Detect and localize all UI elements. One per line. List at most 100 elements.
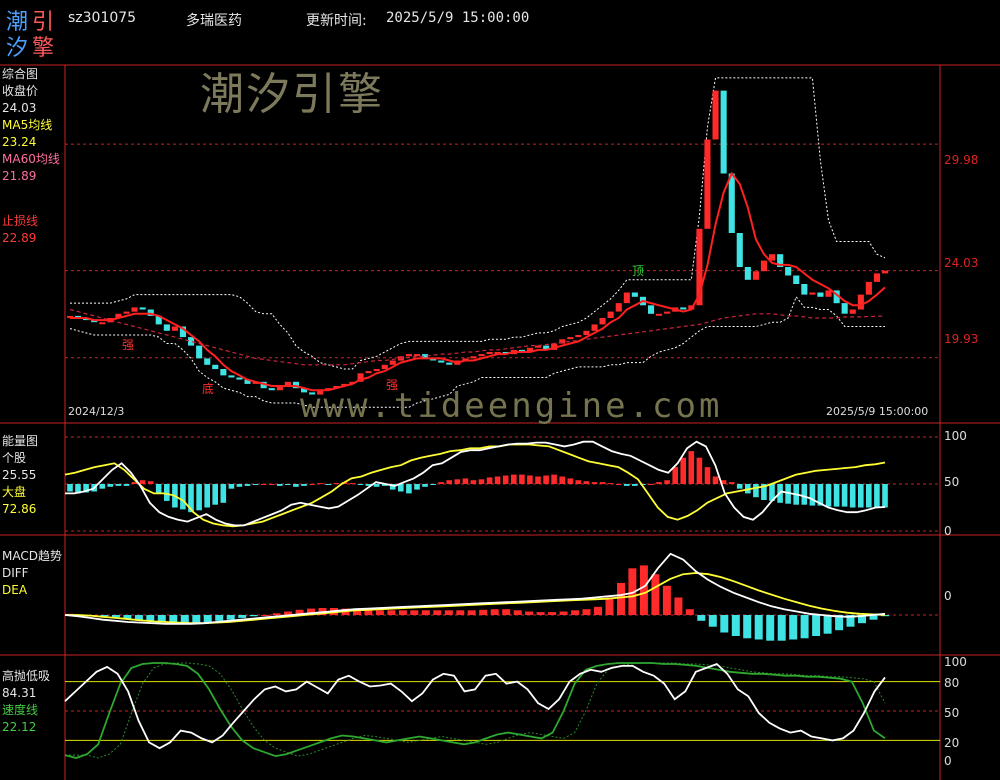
candle: [575, 335, 582, 338]
macd-bar: [433, 610, 442, 615]
candle: [123, 311, 130, 314]
energy-bar: [680, 457, 686, 484]
energy-bar: [575, 480, 582, 484]
candle: [736, 233, 743, 267]
macd-bar: [582, 609, 591, 615]
diff-label: DIFF: [2, 566, 29, 580]
candle: [841, 303, 848, 314]
annotation-strong-1: 强: [122, 338, 135, 352]
candle: [389, 360, 396, 365]
energy-bar: [236, 484, 243, 487]
energy-bar: [583, 481, 590, 484]
energy-legend: 能量图 个股 25.55 大盘 72.86: [2, 433, 38, 518]
market-label: 大盘: [2, 485, 27, 499]
candle: [873, 273, 880, 282]
macd-bar: [559, 611, 568, 615]
stock-label: 个股: [2, 451, 27, 465]
speed-value: 22.12: [2, 720, 37, 734]
energy-bar: [293, 484, 299, 487]
candle: [615, 303, 622, 312]
candle: [212, 364, 219, 370]
kdj-tick-80: 80: [944, 676, 960, 690]
macd-bar: [490, 609, 499, 615]
macd-tick-0: 0: [944, 589, 952, 603]
macd-bar: [467, 610, 476, 615]
macd-bar: [720, 615, 729, 633]
macd-bar: [800, 615, 809, 639]
energy-bar: [882, 484, 888, 508]
energy-bar: [333, 483, 340, 485]
candle: [882, 270, 889, 274]
macd-bar: [410, 610, 419, 615]
energy-bar: [67, 484, 73, 492]
candle: [583, 330, 590, 336]
kdj-tick-0: 0: [944, 754, 952, 768]
candle: [760, 260, 767, 272]
candle: [236, 377, 243, 380]
energy-bar: [99, 484, 106, 489]
macd-bar: [697, 615, 706, 621]
candle: [744, 267, 751, 280]
macd-bar: [226, 615, 235, 620]
energy-bar: [648, 484, 654, 485]
energy-bar: [632, 484, 638, 486]
energy-bar: [180, 484, 186, 510]
stop-value: 22.89: [2, 231, 37, 245]
candle: [680, 307, 687, 310]
energy-title: 能量图: [2, 434, 39, 448]
energy-bar: [527, 475, 533, 484]
macd-bar: [249, 615, 258, 617]
candle: [131, 307, 138, 312]
ma60-label: MA60均线: [2, 152, 60, 166]
annotation-strong-2: 强: [386, 378, 399, 392]
candle: [656, 313, 663, 316]
energy-bar: [866, 484, 872, 508]
energy-bar: [535, 476, 541, 484]
macd-bar: [743, 615, 752, 639]
energy-bar: [244, 484, 251, 486]
energy-bar: [115, 484, 122, 486]
macd-bar: [146, 615, 155, 621]
macd-bar: [605, 597, 614, 615]
macd-bar: [513, 610, 522, 615]
macd-bar: [536, 612, 545, 615]
energy-tick-100: 100: [944, 429, 967, 443]
energy-bar: [615, 484, 622, 485]
energy-bar: [712, 476, 719, 484]
energy-bar: [874, 484, 880, 508]
macd-bar: [387, 610, 396, 615]
energy-bar: [123, 484, 130, 486]
watermark-url: www.tideengine.com: [300, 386, 723, 426]
energy-bar: [430, 484, 436, 485]
energy-bar: [212, 484, 218, 505]
macd-bar: [812, 615, 821, 636]
close-value: 24.03: [2, 101, 37, 115]
macd-bar: [525, 611, 534, 615]
macd-title: MACD趋势: [2, 549, 62, 563]
energy-bar: [317, 483, 323, 485]
macd-bar: [456, 610, 465, 615]
stop-label: 止损线: [2, 214, 39, 228]
macd-bar: [617, 582, 625, 615]
candle: [865, 281, 872, 295]
energy-bar: [753, 484, 759, 498]
energy-bar: [502, 475, 509, 484]
macd-bar: [238, 615, 247, 618]
macd-bar: [639, 565, 648, 615]
energy-bar: [825, 484, 832, 507]
candle: [414, 354, 421, 357]
energy-bar: [591, 482, 598, 484]
energy-bar: [252, 484, 259, 485]
energy-bar: [728, 482, 735, 484]
macd-bar: [479, 609, 488, 616]
candle: [381, 364, 388, 370]
candle: [405, 354, 412, 357]
candle: [817, 292, 824, 297]
candle: [752, 271, 759, 280]
candle: [648, 305, 655, 314]
macd-bar: [502, 609, 511, 615]
candle: [728, 173, 735, 233]
candle: [801, 284, 808, 295]
macd-bar: [203, 615, 212, 622]
ma5-label: MA5均线: [2, 118, 53, 132]
